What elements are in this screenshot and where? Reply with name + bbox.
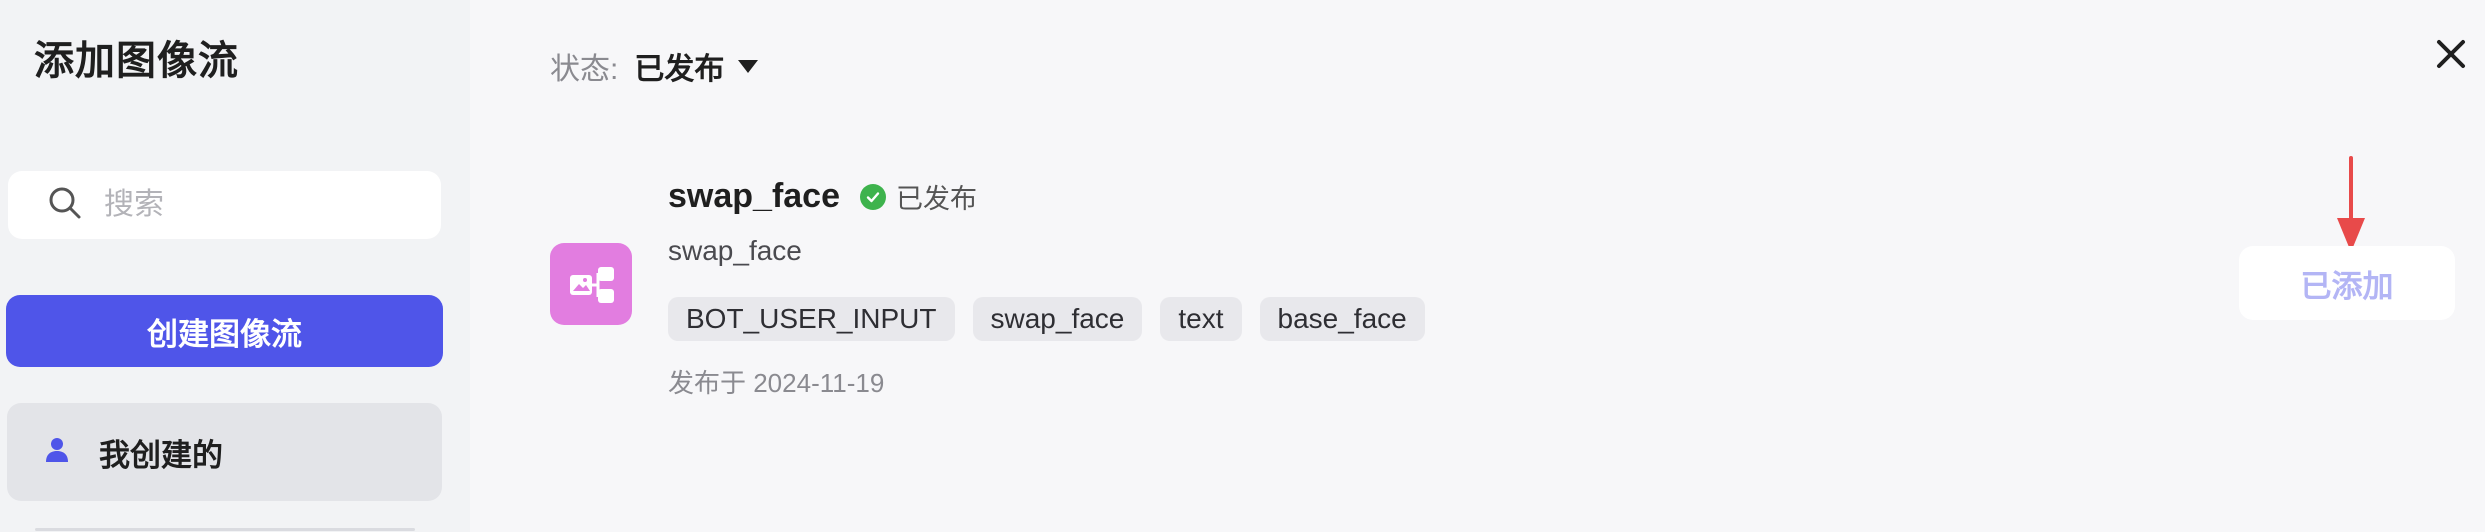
sidebar-divider xyxy=(35,528,415,531)
sidebar-item-my-created[interactable]: 我创建的 xyxy=(7,403,442,501)
sidebar-item-label: 我创建的 xyxy=(99,437,223,473)
workflow-published-date: 发布于 2024-11-19 xyxy=(668,368,885,398)
status-filter-label: 状态: xyxy=(550,53,619,86)
status-badge-text: 已发布 xyxy=(896,184,977,214)
search-input[interactable] xyxy=(102,187,422,223)
workflow-name: swap_face xyxy=(668,177,840,215)
tag: text xyxy=(1160,297,1242,341)
tag: BOT_USER_INPUT xyxy=(668,297,955,341)
close-icon[interactable] xyxy=(2431,34,2471,74)
workflow-description: swap_face xyxy=(668,235,802,266)
create-image-flow-button[interactable]: 创建图像流 xyxy=(6,295,443,367)
user-icon xyxy=(45,437,69,468)
search-icon xyxy=(48,186,82,225)
sidebar-title: 添加图像流 xyxy=(34,39,239,83)
workflow-card: swap_face 已发布 swap_face BOT_USER_INPUT s… xyxy=(550,165,2480,405)
status-filter-value: 已发布 xyxy=(634,53,725,86)
status-filter-dropdown[interactable]: 状态: 已发布 xyxy=(550,44,759,88)
status-badge: 已发布 xyxy=(860,177,977,216)
added-button[interactable]: 已添加 xyxy=(2239,246,2455,320)
caret-down-icon xyxy=(738,59,759,73)
tag: base_face xyxy=(1259,297,1425,341)
tag: swap_face xyxy=(972,297,1143,341)
annotation-arrow-icon xyxy=(2331,156,2371,256)
add-image-flow-dialog: 添加图像流 创建图像流 我创建的 状态: 已 xyxy=(0,0,2485,532)
workflow-title-row: swap_face 已发布 xyxy=(668,177,977,216)
main-panel: 状态: 已发布 swap_face 已发布 swap_face BOT_USER… xyxy=(470,0,2485,532)
workflow-tags: BOT_USER_INPUT swap_face text base_face xyxy=(668,297,1443,341)
workflow-icon xyxy=(550,243,632,325)
sidebar: 添加图像流 创建图像流 我创建的 xyxy=(0,0,470,532)
check-circle-icon xyxy=(860,183,886,210)
search-box[interactable] xyxy=(8,171,441,239)
